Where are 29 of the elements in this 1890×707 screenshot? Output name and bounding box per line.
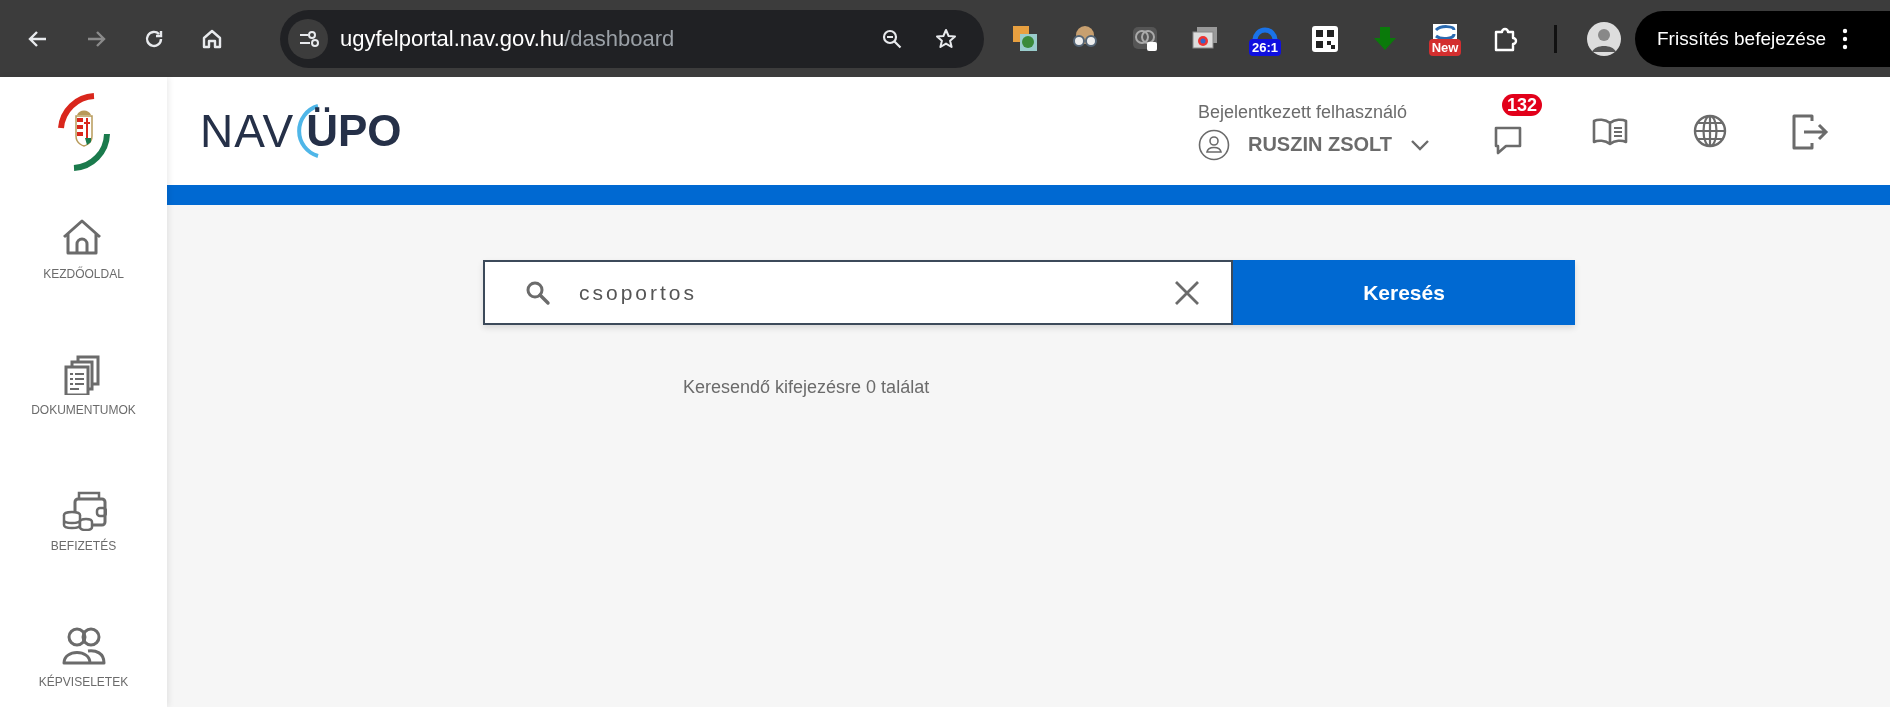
profile-avatar[interactable]: [1587, 21, 1621, 56]
sidebar-item[interactable]: BEFIZETÉS: [50, 489, 117, 553]
menu-icon[interactable]: [1841, 27, 1848, 50]
search-field[interactable]: csoportos: [483, 260, 1233, 325]
sidebar-item[interactable]: KÉPVISELETEK: [38, 625, 129, 689]
book-icon[interactable]: [1591, 116, 1629, 146]
wallet-icon: [60, 489, 107, 531]
extension-badge: 26:1: [1249, 38, 1281, 56]
bookmark-star-icon[interactable]: [934, 26, 958, 51]
people-icon: [60, 625, 107, 667]
nav-upo-logo[interactable]: NAV ÜPO: [200, 103, 402, 159]
user-menu-button[interactable]: RUSZIN ZSOLT: [1197, 128, 1430, 161]
address-bar[interactable]: ugyfelportal.nav.gov.hu/dashboard: [280, 9, 984, 68]
globe-icon[interactable]: [1692, 113, 1728, 149]
search-button[interactable]: Keresés: [1233, 260, 1575, 325]
result-message: Keresendő kifejezésre 0 találat: [683, 377, 930, 398]
notification-badge: 132: [1502, 94, 1543, 116]
search-input[interactable]: csoportos: [577, 279, 1147, 306]
chevron-down-icon: [1410, 138, 1430, 151]
user-icon: [1197, 128, 1230, 161]
clear-icon[interactable]: [1173, 278, 1201, 307]
extension-badge: New: [1428, 38, 1462, 56]
url-text[interactable]: ugyfelportal.nav.gov.hu/dashboard: [340, 25, 880, 52]
update-button[interactable]: Frissítés befejezése: [1635, 10, 1890, 67]
user-caption: Bejelentkezett felhasználó: [1197, 101, 1409, 123]
search-icon: [525, 279, 551, 306]
sidebar-item[interactable]: KEZDŐOLDAL: [43, 217, 124, 281]
sidebar-item[interactable]: DOKUMENTUMOK: [31, 353, 136, 417]
qr-code-icon[interactable]: [1310, 23, 1340, 54]
